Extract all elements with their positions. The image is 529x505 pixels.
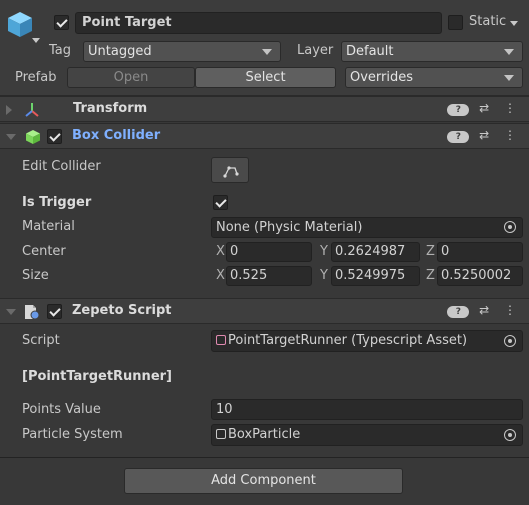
components-end-divider xyxy=(0,457,529,458)
prefab-open-button[interactable]: Open xyxy=(67,67,195,88)
points-value-label: Points Value xyxy=(22,402,101,417)
layer-label: Layer xyxy=(297,43,334,58)
zepeto-script-header-icons: ? ⇄ ⋮ xyxy=(447,303,521,318)
particle-system-field[interactable]: BoxParticle xyxy=(211,424,523,446)
help-icon[interactable]: ? xyxy=(447,128,470,143)
is-trigger-checkbox[interactable] xyxy=(213,195,228,210)
box-collider-enabled-checkbox[interactable] xyxy=(47,129,62,144)
transform-header-icons: ? ⇄ ⋮ xyxy=(447,101,521,116)
zepeto-script-title: Zepeto Script xyxy=(72,303,172,318)
prefab-label: Prefab xyxy=(15,70,57,85)
center-x-field[interactable]: 0 xyxy=(226,242,312,262)
help-icon[interactable]: ? xyxy=(447,303,470,318)
object-picker-icon[interactable] xyxy=(504,429,516,441)
size-z-label: Z xyxy=(426,268,435,283)
edit-collider-button[interactable] xyxy=(211,157,249,183)
context-menu-icon[interactable]: ⋮ xyxy=(499,101,521,115)
prefab-open-label: Open xyxy=(113,70,149,85)
prefab-select-label: Select xyxy=(245,70,286,85)
transform-axes-icon xyxy=(24,102,40,118)
context-menu-icon[interactable]: ⋮ xyxy=(499,128,521,142)
script-field[interactable]: PointTargetRunner (Typescript Asset) xyxy=(211,330,523,352)
static-checkbox[interactable] xyxy=(448,15,463,30)
material-value: None (Physic Material) xyxy=(216,220,363,235)
zepeto-script-enabled-checkbox[interactable] xyxy=(47,304,62,319)
icon-dropdown-arrow-icon[interactable] xyxy=(32,38,40,43)
center-z-value: 0 xyxy=(441,244,450,259)
center-y-field[interactable]: 0.2624987 xyxy=(331,242,420,262)
object-picker-icon[interactable] xyxy=(504,221,516,233)
chevron-down-icon xyxy=(262,49,272,55)
center-z-label: Z xyxy=(426,244,435,259)
preset-sliders-icon[interactable]: ⇄ xyxy=(473,101,495,115)
layer-value: Default xyxy=(346,44,394,59)
box-collider-header-icons: ? ⇄ ⋮ xyxy=(447,128,521,143)
size-z-value: 0.5250002 xyxy=(441,268,512,283)
gameobject-header: Point Target Static Tag Untagged Layer D… xyxy=(0,0,529,96)
size-label: Size xyxy=(22,268,49,283)
size-y-label: Y xyxy=(320,268,328,283)
static-label: Static xyxy=(469,14,507,29)
size-x-value: 0.525 xyxy=(230,268,268,283)
center-x-label: X xyxy=(216,244,225,259)
static-dropdown-icon[interactable] xyxy=(510,21,518,26)
script-value: PointTargetRunner (Typescript Asset) xyxy=(228,333,468,348)
foldout-open-icon[interactable] xyxy=(6,134,16,140)
size-x-label: X xyxy=(216,268,225,283)
chevron-down-icon xyxy=(504,49,514,55)
prefab-overrides-dropdown[interactable]: Overrides xyxy=(345,67,523,88)
center-z-field[interactable]: 0 xyxy=(437,242,523,262)
edit-collider-label: Edit Collider xyxy=(22,159,101,174)
particle-icon xyxy=(216,429,226,439)
points-value-field[interactable]: 10 xyxy=(211,399,523,420)
gameobject-name: Point Target xyxy=(82,15,172,30)
edit-collider-icon xyxy=(223,166,239,178)
particle-value: BoxParticle xyxy=(228,427,301,442)
tag-dropdown[interactable]: Untagged xyxy=(83,41,281,62)
box-collider-header[interactable]: Box Collider ? ⇄ ⋮ xyxy=(0,123,529,149)
preset-sliders-icon[interactable]: ⇄ xyxy=(473,128,495,142)
is-trigger-label: Is Trigger xyxy=(22,195,92,210)
material-label: Material xyxy=(22,219,75,234)
particle-system-label: Particle System xyxy=(22,427,123,442)
prefab-overrides-label: Overrides xyxy=(350,70,414,85)
script-file-icon xyxy=(23,304,41,320)
size-x-field[interactable]: 0.525 xyxy=(226,266,312,286)
zepeto-script-header[interactable]: Zepeto Script ? ⇄ ⋮ xyxy=(0,298,529,324)
script-asset-icon xyxy=(216,335,226,345)
material-field[interactable]: None (Physic Material) xyxy=(211,217,523,238)
tag-label: Tag xyxy=(49,43,72,58)
active-checkbox[interactable] xyxy=(54,15,69,30)
gameobject-name-field[interactable]: Point Target xyxy=(75,12,442,34)
box-collider-title: Box Collider xyxy=(72,128,161,143)
gameobject-cube-icon[interactable] xyxy=(6,10,34,38)
center-y-label: Y xyxy=(320,244,328,259)
prefab-select-button[interactable]: Select xyxy=(195,67,336,88)
script-section-title: [PointTargetRunner] xyxy=(22,369,172,384)
foldout-closed-icon[interactable] xyxy=(6,105,12,115)
center-x-value: 0 xyxy=(230,244,239,259)
size-y-field[interactable]: 0.5249975 xyxy=(331,266,420,286)
add-component-button[interactable]: Add Component xyxy=(124,468,403,494)
help-icon[interactable]: ? xyxy=(447,101,470,116)
context-menu-icon[interactable]: ⋮ xyxy=(499,303,521,317)
script-label: Script xyxy=(22,333,60,348)
size-z-field[interactable]: 0.5250002 xyxy=(437,266,523,286)
center-label: Center xyxy=(22,244,66,259)
points-value: 10 xyxy=(216,402,233,417)
tag-value: Untagged xyxy=(88,44,152,59)
layer-dropdown[interactable]: Default xyxy=(341,41,523,62)
transform-title: Transform xyxy=(73,101,148,116)
foldout-open-icon[interactable] xyxy=(6,309,16,315)
box-collider-icon xyxy=(25,129,41,145)
chevron-down-icon xyxy=(504,75,514,81)
size-y-value: 0.5249975 xyxy=(335,268,406,283)
center-y-value: 0.2624987 xyxy=(335,244,406,259)
preset-sliders-icon[interactable]: ⇄ xyxy=(473,303,495,317)
transform-header[interactable]: Transform ? ⇄ ⋮ xyxy=(0,96,529,122)
add-component-label: Add Component xyxy=(211,473,316,488)
object-picker-icon[interactable] xyxy=(504,335,516,347)
